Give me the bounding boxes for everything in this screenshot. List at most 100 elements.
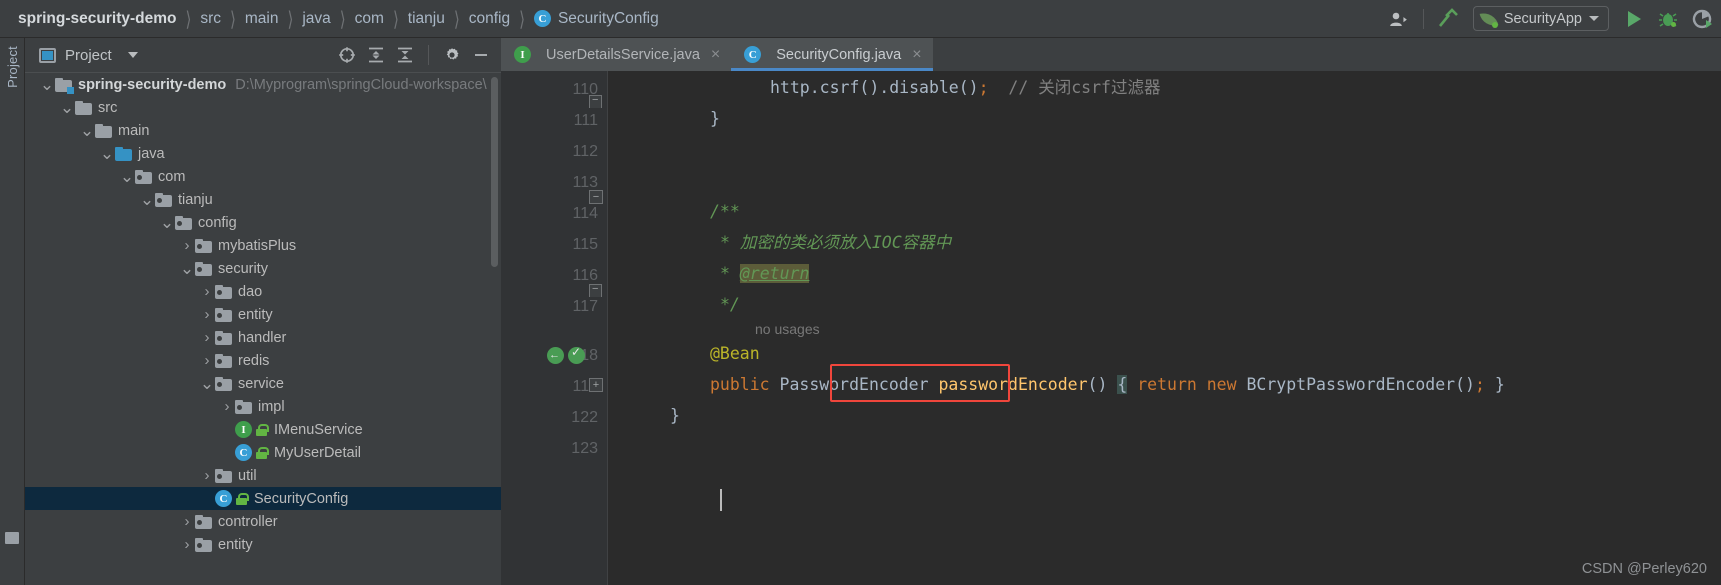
expand-all-icon[interactable] [363, 42, 389, 68]
tab-userdetailsservice[interactable]: I UserDetailsService.java × [501, 38, 732, 71]
tree-node-security[interactable]: ⌄ security [25, 257, 501, 280]
tree-node-myuserdetail[interactable]: C MyUserDetail [25, 441, 501, 464]
user-account-icon[interactable] [1382, 4, 1416, 34]
editor-tab-strip: I UserDetailsService.java × C SecurityCo… [501, 38, 1721, 71]
structure-icon[interactable] [5, 532, 20, 545]
implemented-method-icon[interactable]: ← [547, 347, 564, 364]
tab-securityconfig[interactable]: C SecurityConfig.java × [731, 38, 933, 71]
tree-node-dao[interactable]: › dao [25, 280, 501, 303]
project-tree-scrollbar[interactable] [491, 77, 498, 267]
code-line-118[interactable]: @Bean [710, 339, 760, 369]
code-fold-end-icon[interactable] [589, 283, 602, 297]
breadcrumb-separator: ⟩ [230, 7, 236, 31]
breadcrumb-separator: ⟩ [392, 7, 399, 31]
breadcrumb-item-config[interactable]: config [469, 10, 510, 28]
tree-node-handler[interactable]: › handler [25, 326, 501, 349]
tree-node-redis[interactable]: › redis [25, 349, 501, 372]
code-line-117[interactable]: */ [720, 290, 740, 320]
debug-bug-icon[interactable] [1651, 4, 1685, 34]
tree-node-src[interactable]: ⌄ src [25, 96, 501, 119]
tree-node-entity[interactable]: › entity [25, 533, 501, 556]
chevron-down-icon[interactable]: ⌄ [139, 191, 155, 208]
code-token: } [1484, 375, 1505, 394]
code-line-122[interactable]: } [670, 401, 680, 431]
breadcrumb-item-project[interactable]: spring-security-demo [18, 10, 176, 28]
chevron-down-icon[interactable]: ⌄ [59, 99, 75, 116]
build-hammer-icon[interactable] [1431, 4, 1465, 34]
chevron-down-icon[interactable]: ⌄ [159, 214, 175, 231]
chevron-down-icon[interactable]: ⌄ [39, 76, 55, 93]
chevron-right-icon[interactable]: › [219, 399, 235, 414]
settings-gear-icon[interactable] [439, 42, 465, 68]
code-line-110[interactable]: http.csrf().disable(); // 关闭csrf过滤器 [770, 73, 1160, 103]
chevron-down-icon[interactable]: ⌄ [79, 122, 95, 139]
code-fold-collapse-icon[interactable]: − [589, 190, 603, 204]
breadcrumb-item-java[interactable]: java [302, 10, 330, 28]
close-icon[interactable]: × [912, 46, 921, 63]
breadcrumb-item-com[interactable]: com [355, 10, 384, 28]
code-line-119[interactable]: public PasswordEncoder passwordEncoder()… [710, 370, 1505, 400]
chevron-right-icon[interactable]: › [179, 238, 195, 253]
tree-node-impl[interactable]: › impl [25, 395, 501, 418]
toolbar-actions: SecurityApp [1382, 0, 1721, 37]
tree-node-securityconfig[interactable]: C SecurityConfig [25, 487, 501, 510]
tool-window-button-project[interactable]: Project [5, 46, 20, 88]
hide-panel-icon[interactable] [468, 42, 494, 68]
chevron-down-icon[interactable]: ⌄ [99, 145, 115, 162]
tree-node-service[interactable]: ⌄ service [25, 372, 501, 395]
run-with-coverage-icon[interactable] [1685, 4, 1719, 34]
chevron-right-icon[interactable]: › [199, 307, 215, 322]
tree-node-util[interactable]: › util [25, 464, 501, 487]
tree-node-controller[interactable]: › controller [25, 510, 501, 533]
tree-node-com[interactable]: ⌄ com [25, 165, 501, 188]
chevron-down-icon[interactable] [127, 52, 138, 58]
chevron-right-icon[interactable]: › [199, 353, 215, 368]
tree-node-imenuservice[interactable]: I IMenuService [25, 418, 501, 441]
code-token: } [710, 109, 720, 128]
chevron-right-icon[interactable]: › [199, 468, 215, 483]
tree-node-spring-security-demo[interactable]: ⌄ spring-security-demo D:\Myprogram\spring… [25, 73, 501, 96]
class-badge-icon: C [533, 10, 551, 27]
run-play-icon[interactable] [1617, 4, 1651, 34]
tree-node-mybatisplus[interactable]: › mybatisPlus [25, 234, 501, 257]
editor-gutter[interactable]: 110111112113114115116117118119122123 − +… [501, 71, 608, 585]
code-fold-end-icon[interactable] [589, 94, 602, 108]
project-tool-window: Project ⌄ spring-security-demo D:\Myprog… [25, 38, 501, 585]
code-line-111[interactable]: } [710, 104, 720, 134]
breadcrumb-item-src[interactable]: src [200, 10, 221, 28]
select-opened-file-icon[interactable] [334, 42, 360, 68]
close-icon[interactable]: × [711, 46, 720, 63]
tree-node-entity[interactable]: › entity [25, 303, 501, 326]
run-configuration-selector[interactable]: SecurityApp [1472, 6, 1609, 31]
collapse-all-icon[interactable] [392, 42, 418, 68]
tree-node-label: mybatisPlus [218, 237, 297, 254]
chevron-right-icon[interactable]: › [199, 284, 215, 299]
code-line-115[interactable]: * 加密的类必须放入IOC容器中 [720, 228, 951, 258]
breadcrumb-separator: ⟩ [519, 7, 525, 31]
chevron-down-icon[interactable]: ⌄ [179, 260, 195, 277]
chevron-right-icon[interactable]: › [199, 330, 215, 345]
breadcrumb-item-main[interactable]: main [245, 10, 279, 28]
chevron-down-icon[interactable]: ⌄ [199, 375, 215, 392]
code-token: * [720, 264, 740, 283]
code-content[interactable]: no usages http.csrf().disable(); // 关闭cs… [608, 71, 1721, 585]
chevron-down-icon[interactable]: ⌄ [119, 168, 135, 185]
tree-node-java[interactable]: ⌄ java [25, 142, 501, 165]
code-fold-expand-icon[interactable]: + [589, 378, 603, 392]
chevron-right-icon[interactable]: › [179, 537, 195, 552]
tree-node-label: IMenuService [274, 421, 363, 438]
code-line-114[interactable]: /** [710, 197, 740, 227]
bean-candidate-icon[interactable]: ✓ [568, 345, 585, 364]
tree-node-label: redis [238, 352, 270, 369]
breadcrumb-item-tianju[interactable]: tianju [408, 10, 445, 28]
code-line-116[interactable]: * @return [720, 259, 810, 289]
code-editor[interactable]: 110111112113114115116117118119122123 − +… [501, 71, 1721, 585]
breadcrumb-item-securityconfig[interactable]: SecurityConfig [558, 10, 659, 28]
inlay-usages-hint[interactable]: no usages [755, 318, 820, 340]
project-tree[interactable]: ⌄ spring-security-demo D:\Myprogram\spring… [25, 72, 501, 585]
tree-node-main[interactable]: ⌄ main [25, 119, 501, 142]
tree-node-tianju[interactable]: ⌄ tianju [25, 188, 501, 211]
tree-node-config[interactable]: ⌄ config [25, 211, 501, 234]
chevron-right-icon[interactable]: › [179, 514, 195, 529]
